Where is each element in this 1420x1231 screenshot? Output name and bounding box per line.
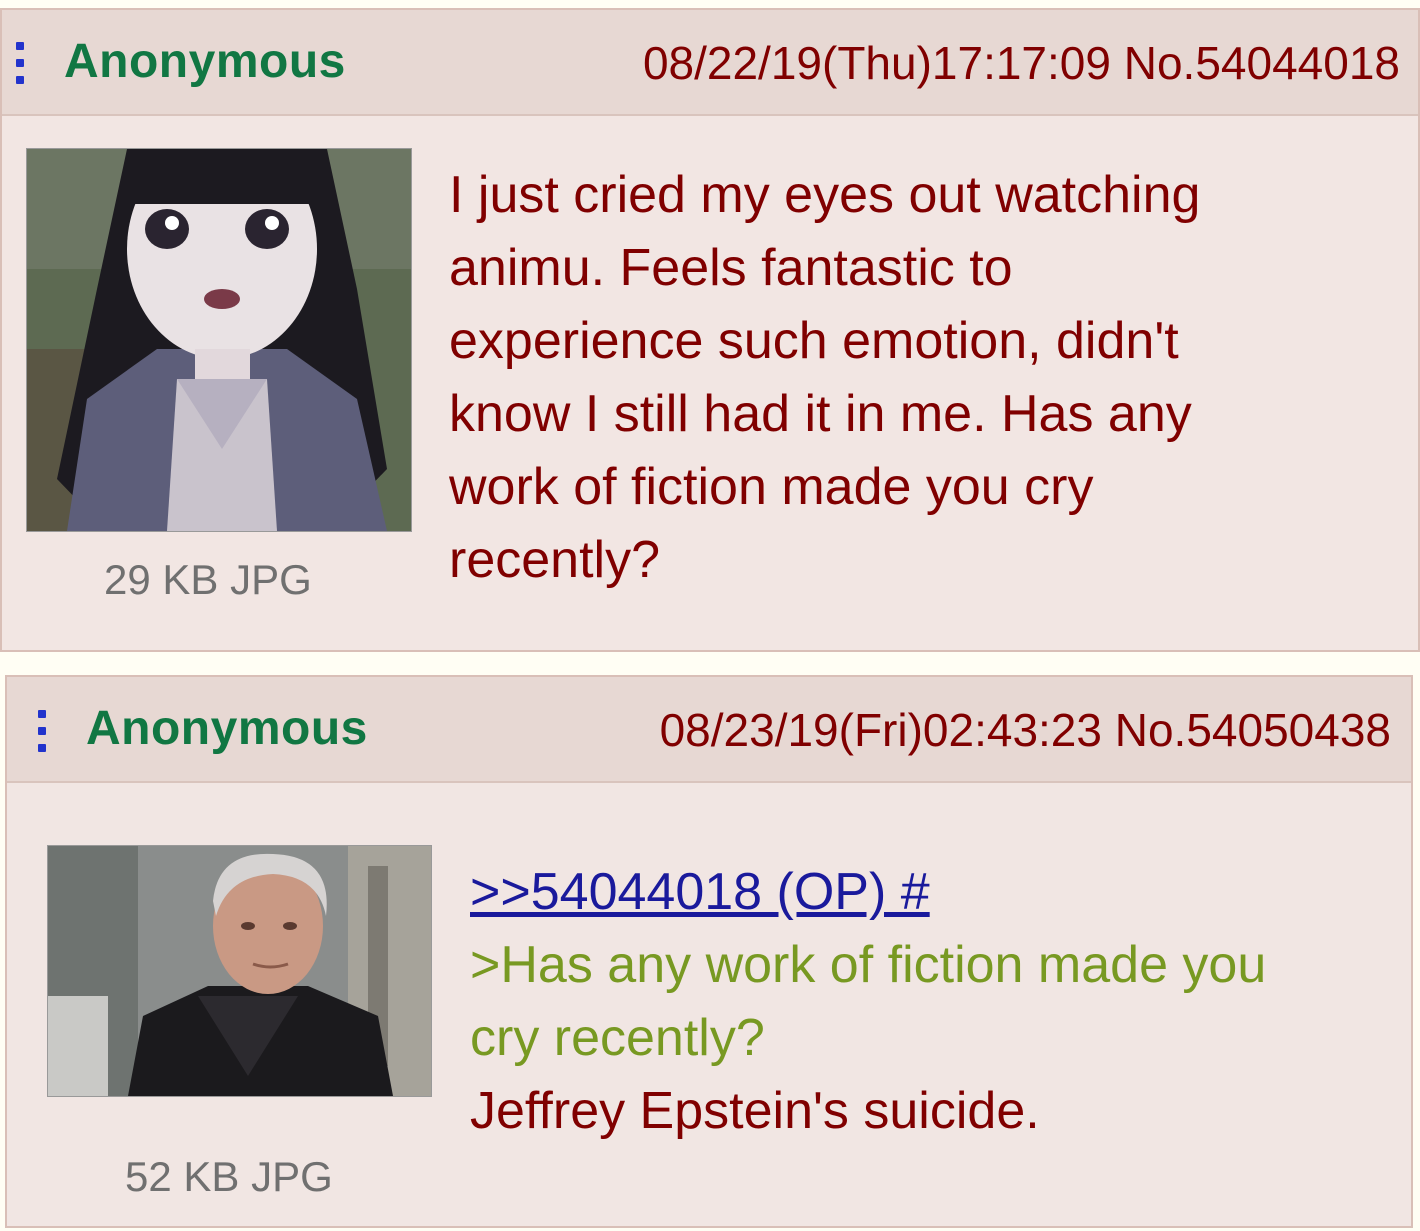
post-header: Anonymous 08/22/19(Thu)17:17:09 No.54044… [2, 10, 1418, 116]
poster-name: Anonymous [64, 35, 346, 88]
quote-link[interactable]: >>54044018 (OP) # [470, 856, 1266, 929]
post-comment: >>54044018 (OP) # >Has any work of ficti… [470, 856, 1266, 1148]
comment-line: work of fiction made you cry [449, 458, 1094, 516]
post-datetime: 08/23/19(Fri)02:43:23 [659, 704, 1102, 756]
post-thumbnail[interactable] [47, 845, 432, 1097]
file-info: 29 KB JPG [104, 556, 312, 603]
comment-line: I just cried my eyes out watching [449, 166, 1201, 224]
greentext-line: cry recently? [470, 1009, 765, 1067]
poster-name: Anonymous [86, 702, 368, 755]
comment-line: experience such emotion, didn't [449, 312, 1179, 370]
post-reply: Anonymous 08/23/19(Fri)02:43:23 No.54050… [5, 675, 1413, 1228]
comment-line: recently? [449, 531, 660, 589]
post-menu-icon[interactable] [38, 710, 46, 752]
post-meta: 08/22/19(Thu)17:17:09 No.54044018 [643, 36, 1400, 90]
post-op: Anonymous 08/22/19(Thu)17:17:09 No.54044… [0, 8, 1420, 652]
greentext-line: >Has any work of fiction made you [470, 936, 1267, 994]
post-thumbnail[interactable] [26, 148, 412, 532]
comment-line: animu. Feels fantastic to [449, 239, 1013, 297]
post-menu-icon[interactable] [16, 42, 24, 84]
comment-line: know I still had it in me. Has any [449, 385, 1192, 443]
post-meta: 08/23/19(Fri)02:43:23 No.54050438 [660, 703, 1391, 757]
file-info: 52 KB JPG [125, 1153, 333, 1200]
post-number[interactable]: No.54044018 [1124, 37, 1400, 89]
post-header: Anonymous 08/23/19(Fri)02:43:23 No.54050… [7, 677, 1411, 783]
post-number[interactable]: No.54050438 [1115, 704, 1391, 756]
reply-text: Jeffrey Epstein's suicide. [470, 1082, 1040, 1140]
post-datetime: 08/22/19(Thu)17:17:09 [642, 37, 1111, 89]
post-comment: I just cried my eyes out watching animu.… [449, 159, 1200, 597]
